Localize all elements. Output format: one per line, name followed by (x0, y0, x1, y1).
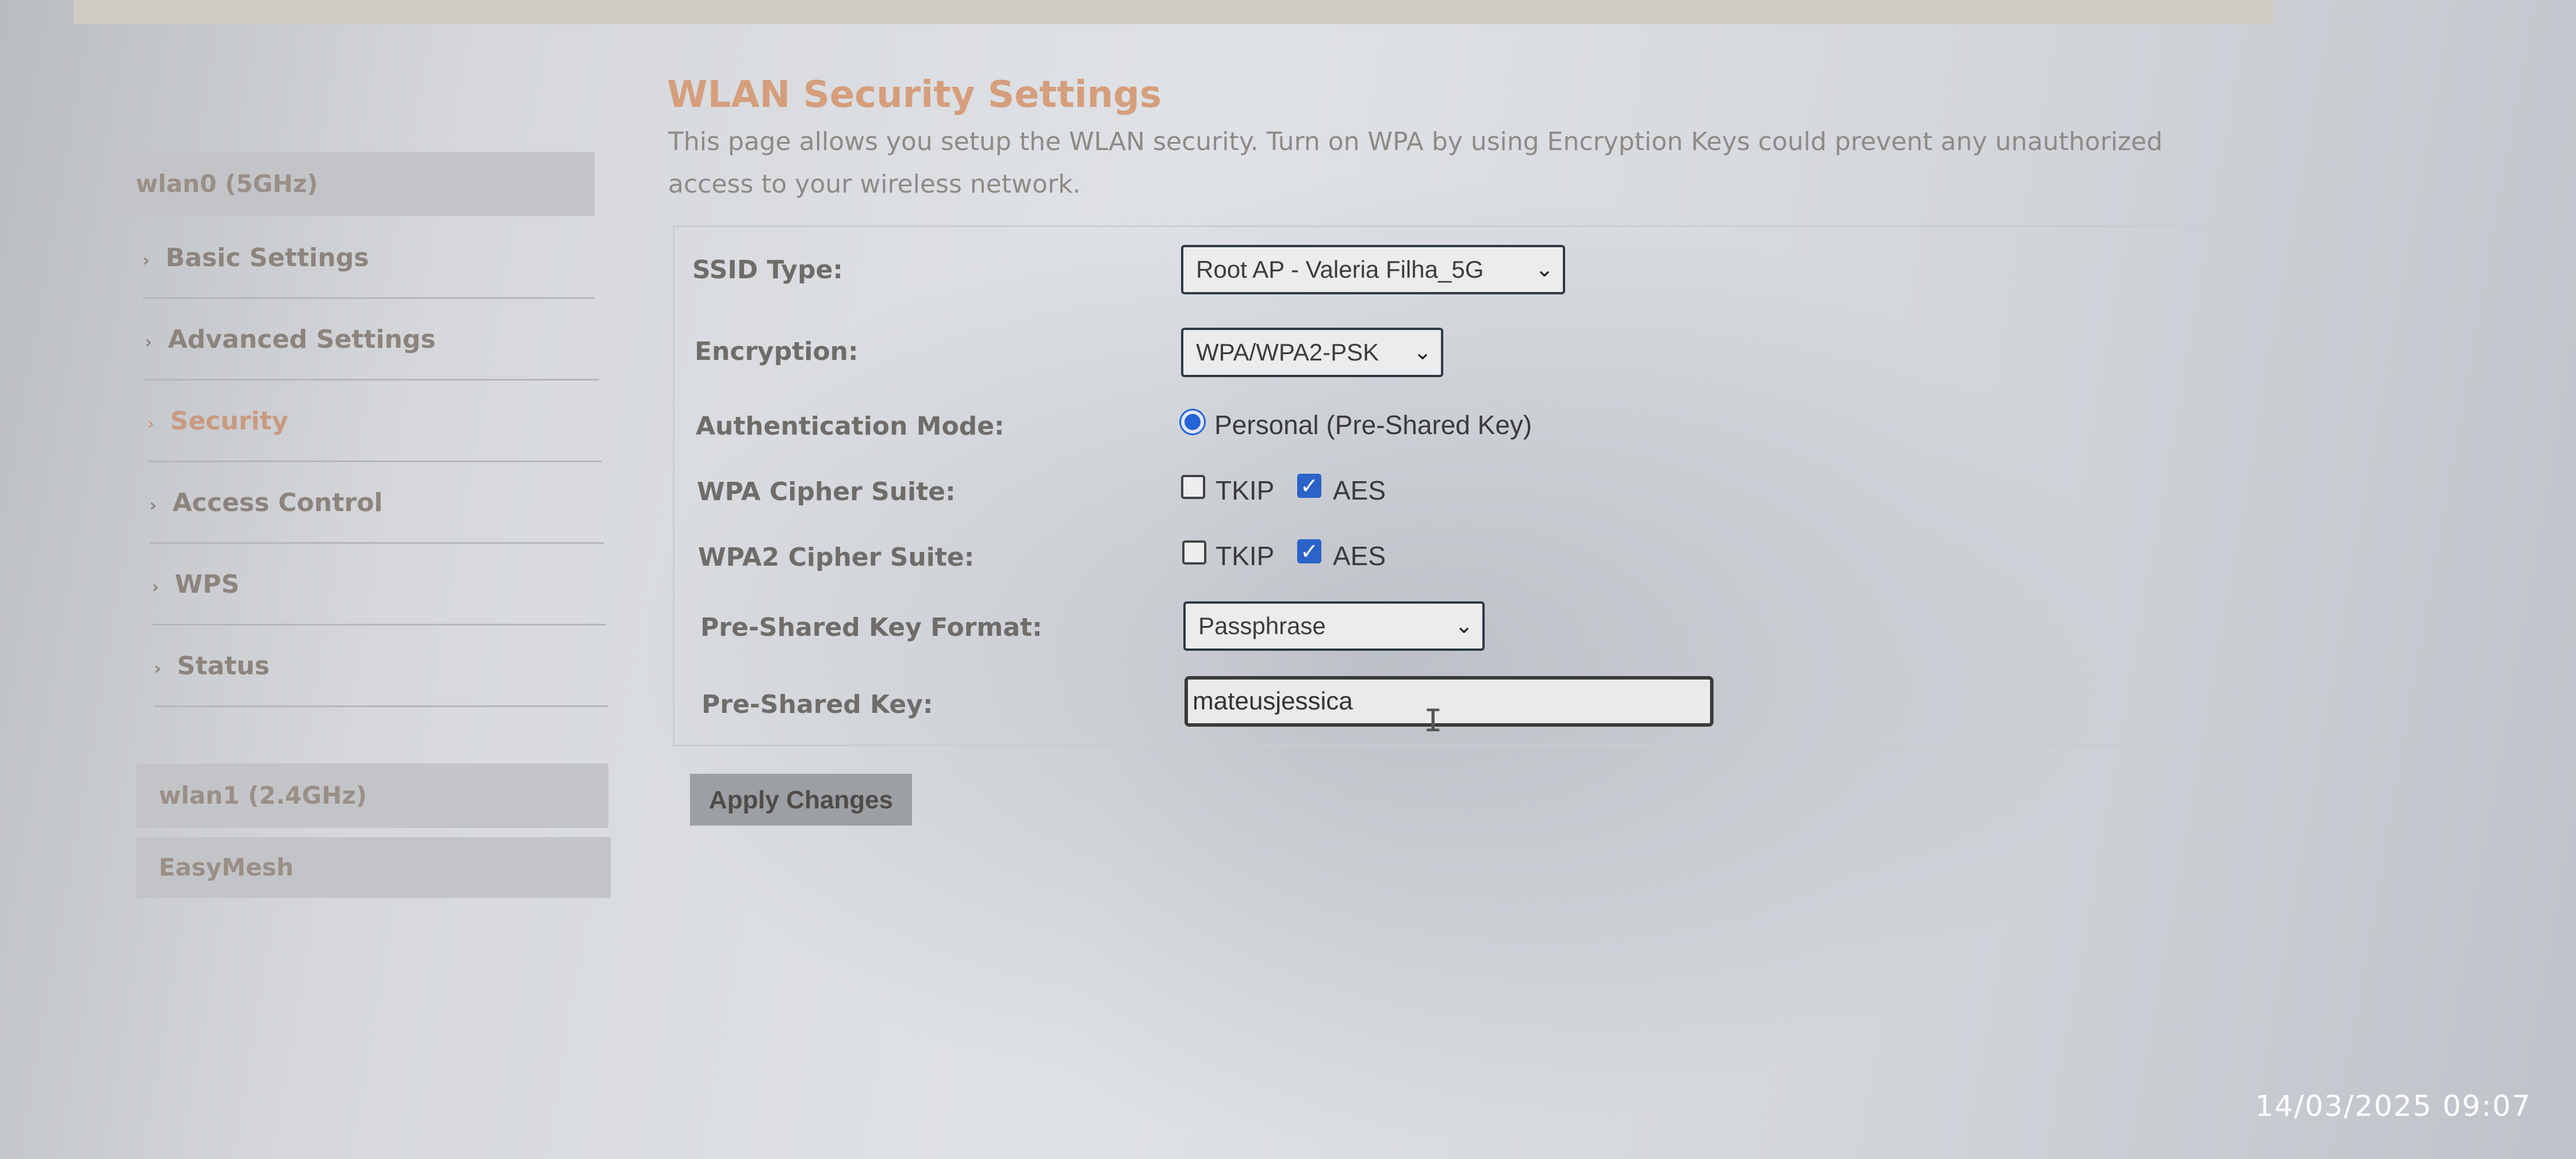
encryption-label: Encryption: (695, 337, 858, 366)
sidebar-item-label: Advanced Settings (168, 325, 436, 354)
sidebar-item-access-control[interactable]: › Access Control (150, 462, 604, 544)
sidebar-item-label: Status (177, 651, 270, 681)
chevron-down-icon: ⌄ (1535, 258, 1554, 282)
checkmark-icon: ✓ (1300, 539, 1318, 564)
chevron-right-icon: › (147, 414, 155, 434)
wpa2-aes-checkbox[interactable]: ✓ (1297, 539, 1321, 563)
psk-format-select[interactable]: Passphrase ⌄ (1183, 601, 1485, 651)
auth-mode-personal-label: Personal (Pre-Shared Key) (1214, 410, 1532, 440)
wpa-cipher-label: WPA Cipher Suite: (697, 477, 956, 506)
wpa2-aes-label: AES (1333, 541, 1386, 571)
wpa2-tkip-label: TKIP (1216, 541, 1275, 571)
sidebar-item-label: Basic Settings (166, 243, 369, 273)
sidebar-item-label: WPS (175, 570, 240, 599)
wpa-aes-checkbox[interactable]: ✓ (1297, 474, 1321, 498)
auth-mode-label: Authentication Mode: (696, 412, 1005, 441)
router-settings-page: wlan0 (5GHz) › Basic Settings › Advanced S… (0, 0, 2576, 1159)
chevron-right-icon: › (154, 659, 162, 679)
ssid-type-label: SSID Type: (692, 255, 844, 285)
photo-timestamp: 14/03/2025 09:07 (2255, 1089, 2532, 1123)
wpa2-tkip-checkbox[interactable] (1182, 540, 1206, 565)
ssid-type-value: Root AP - Valeria Filha_5G (1196, 256, 1484, 283)
auth-mode-personal-radio[interactable] (1181, 410, 1204, 433)
psk-format-value: Passphrase (1198, 612, 1326, 639)
chevron-right-icon: › (143, 251, 150, 271)
chevron-right-icon: › (152, 577, 159, 597)
psk-input[interactable]: mateusjessica (1184, 676, 1713, 727)
sidebar-item-basic-settings[interactable]: › Basic Settings (143, 217, 595, 299)
chevron-right-icon: › (145, 332, 152, 352)
encryption-select[interactable]: WPA/WPA2-PSK ⌄ (1181, 328, 1443, 377)
wpa-aes-label: AES (1333, 475, 1386, 505)
wpa-tkip-checkbox[interactable] (1181, 475, 1205, 499)
apply-changes-button[interactable]: Apply Changes (690, 774, 912, 826)
sidebar-header-easymesh[interactable]: EasyMesh (136, 837, 611, 898)
psk-format-label: Pre-Shared Key Format: (700, 613, 1042, 642)
checkmark-icon: ✓ (1300, 473, 1318, 498)
page-description: This page allows you setup the WLAN secu… (668, 127, 2163, 199)
ssid-type-select[interactable]: Root AP - Valeria Filha_5G ⌄ (1181, 245, 1565, 294)
sidebar-header-wlan1[interactable]: wlan1 (2.4GHz) (136, 763, 608, 828)
sidebar-item-status[interactable]: › Status (154, 625, 608, 707)
chevron-down-icon: ⌄ (1455, 614, 1473, 638)
wpa2-cipher-label: WPA2 Cipher Suite: (698, 543, 975, 572)
sidebar-item-label: Security (170, 406, 289, 436)
sidebar-item-label: Access Control (172, 488, 383, 517)
sidebar-item-security[interactable]: › Security (147, 381, 601, 462)
sidebar-item-advanced-settings[interactable]: › Advanced Settings (145, 299, 599, 381)
psk-label: Pre-Shared Key: (702, 690, 933, 719)
chevron-down-icon: ⌄ (1413, 340, 1432, 364)
encryption-value: WPA/WPA2-PSK (1196, 339, 1379, 366)
text-cursor-icon: I (1424, 703, 1443, 739)
sidebar-item-wps[interactable]: › WPS (152, 544, 606, 625)
sidebar-header-wlan0[interactable]: wlan0 (5GHz) (113, 152, 595, 216)
wpa-tkip-label: TKIP (1216, 475, 1275, 505)
page-title: WLAN Security Settings (667, 74, 1162, 116)
chevron-right-icon: › (150, 496, 157, 516)
